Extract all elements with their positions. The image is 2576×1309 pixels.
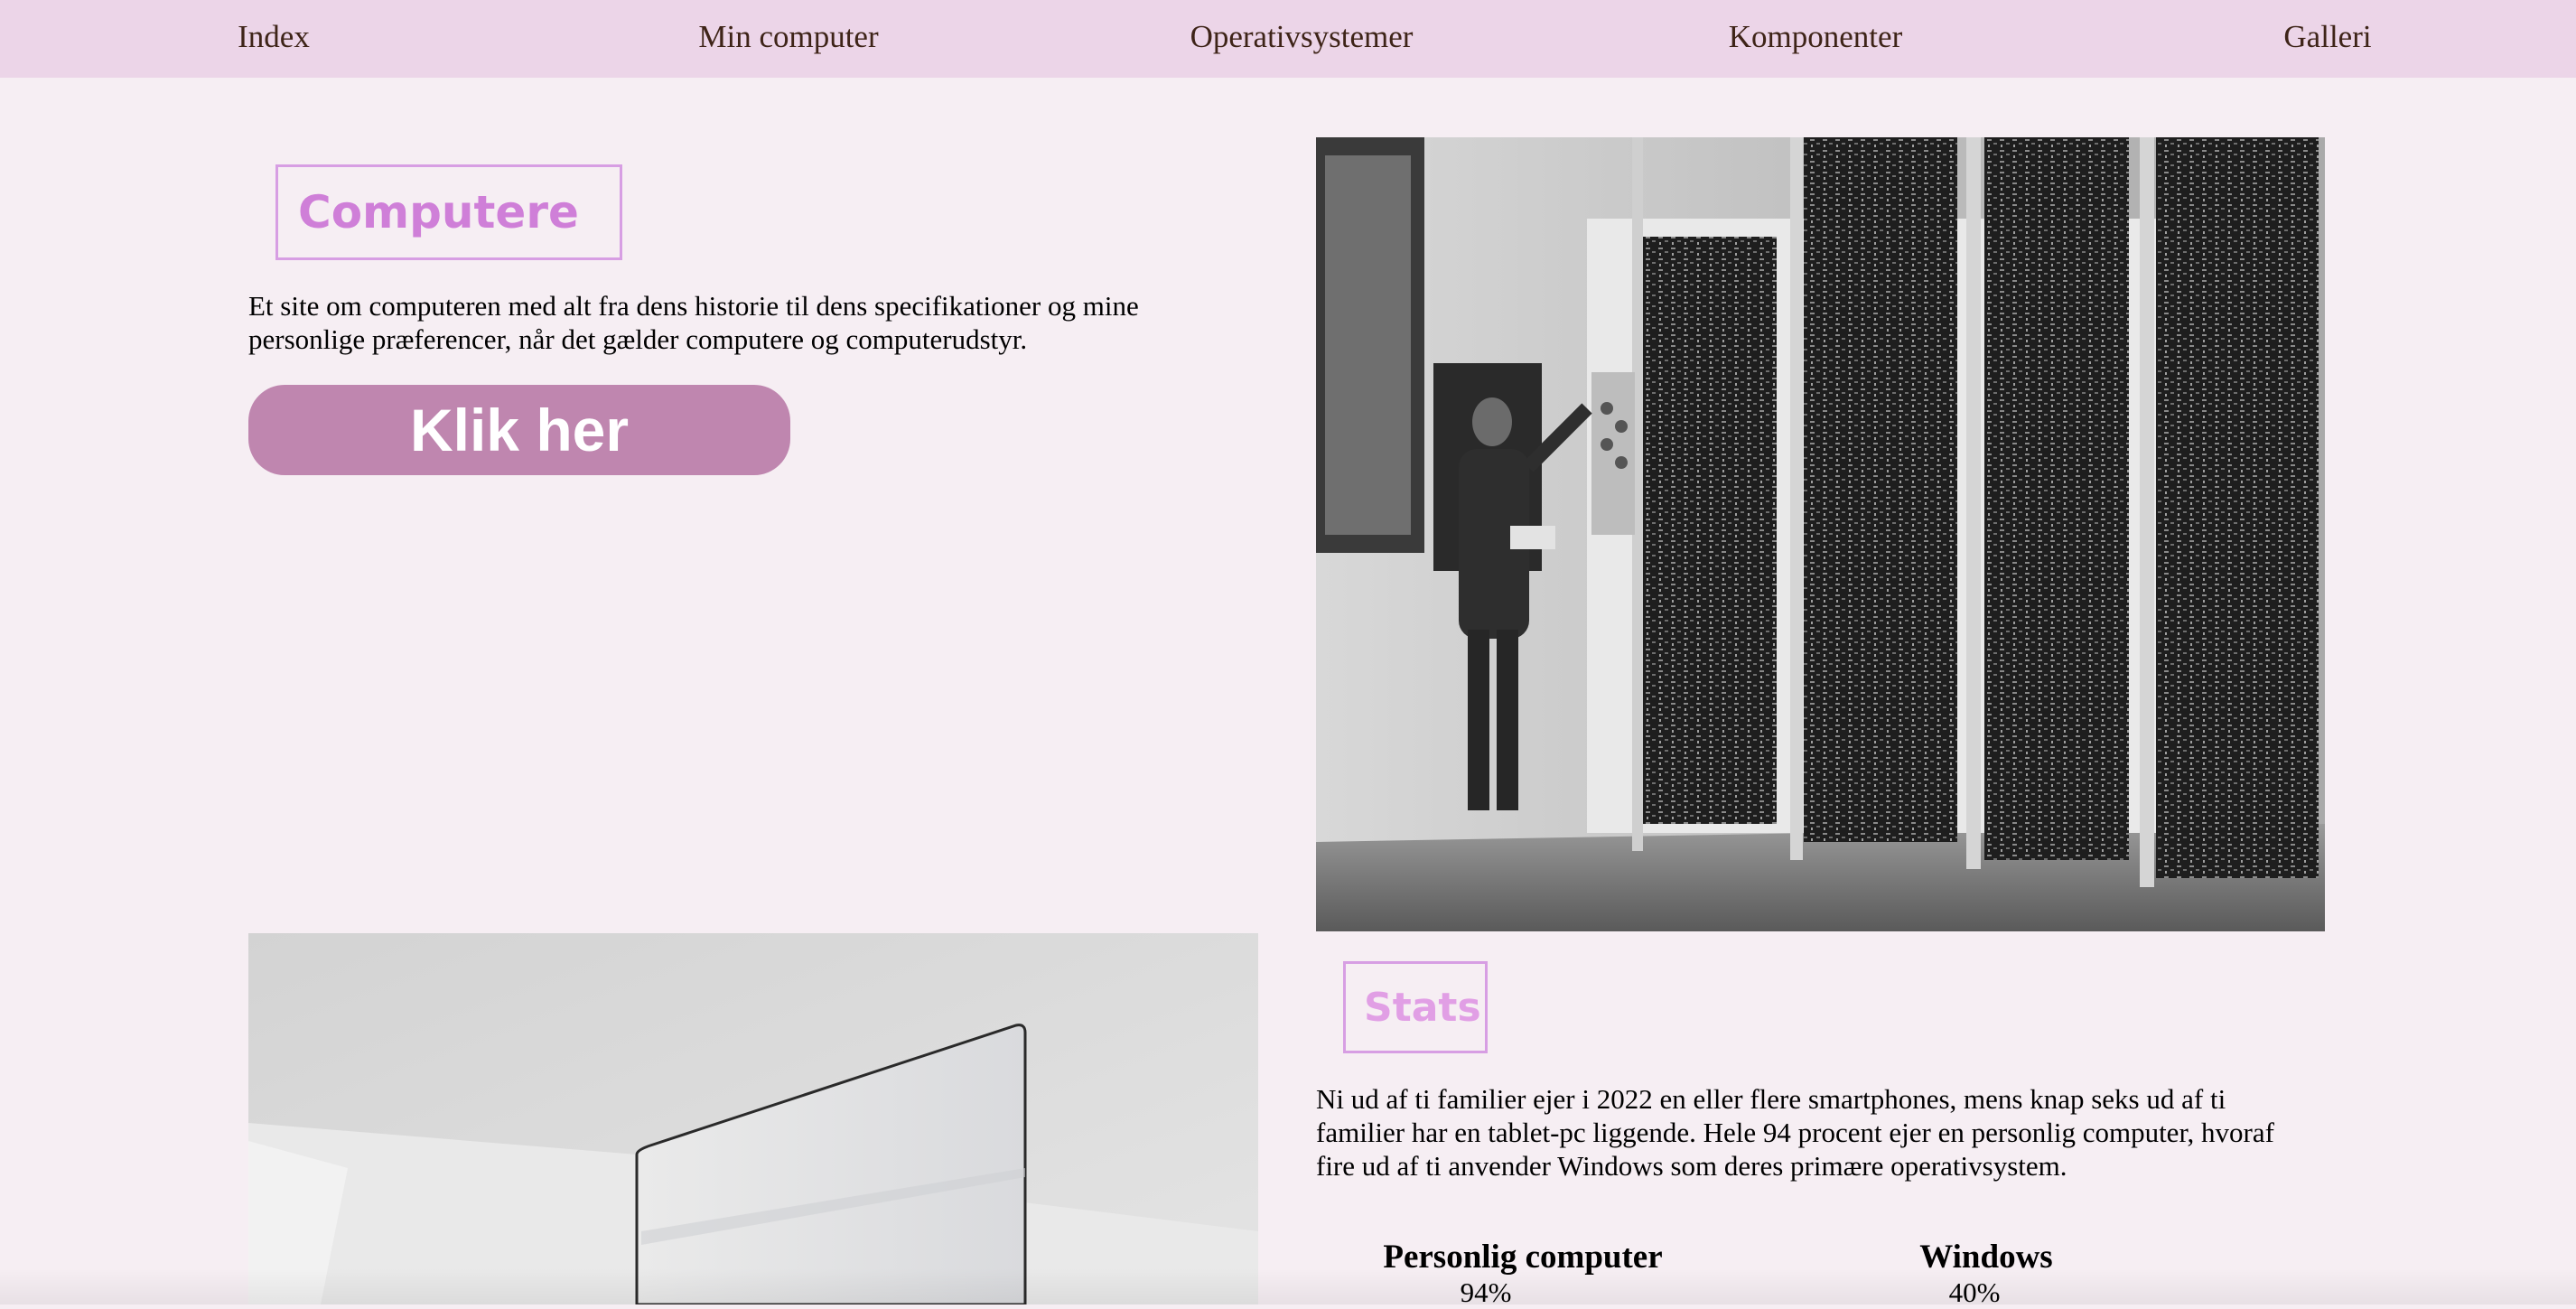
nav-link-min-computer[interactable]: Min computer xyxy=(698,0,878,78)
hero-description-line: Et site om computeren med alt fra dens h… xyxy=(248,290,1139,322)
top-nav: Index Min computer Operativsystemer Komp… xyxy=(0,0,2576,78)
historic-computer-photo xyxy=(1316,137,2325,931)
hero-description-line: personlige præferencer, når det gælder c… xyxy=(248,323,1028,355)
stats-description-line: fire ud af ti anvender Windows som deres… xyxy=(1316,1150,2067,1182)
hero-description: Et site om computeren med alt fra dens h… xyxy=(248,289,1260,356)
nav-link-operativsystemer[interactable]: Operativsystemer xyxy=(1190,0,1414,78)
stat-label-personlig-computer: Personlig computer xyxy=(1383,1239,1663,1276)
laptop-photo xyxy=(248,933,1258,1304)
stat-label-windows: Windows xyxy=(1919,1239,2053,1276)
klik-her-button[interactable]: Klik her xyxy=(248,385,790,475)
stats-description-line: familier har en tablet-pc liggende. Hele… xyxy=(1316,1117,2274,1148)
nav-link-galleri[interactable]: Galleri xyxy=(2283,0,2371,78)
nav-link-komponenter[interactable]: Komponenter xyxy=(1729,0,1902,78)
stats-description: Ni ud af ti familier ejer i 2022 en elle… xyxy=(1316,1082,2346,1183)
stats-description-line: Ni ud af ti familier ejer i 2022 en elle… xyxy=(1316,1083,2226,1115)
hero-title: Computere xyxy=(275,164,622,260)
stats-title: Stats xyxy=(1343,961,1488,1053)
nav-link-index[interactable]: Index xyxy=(238,0,310,78)
